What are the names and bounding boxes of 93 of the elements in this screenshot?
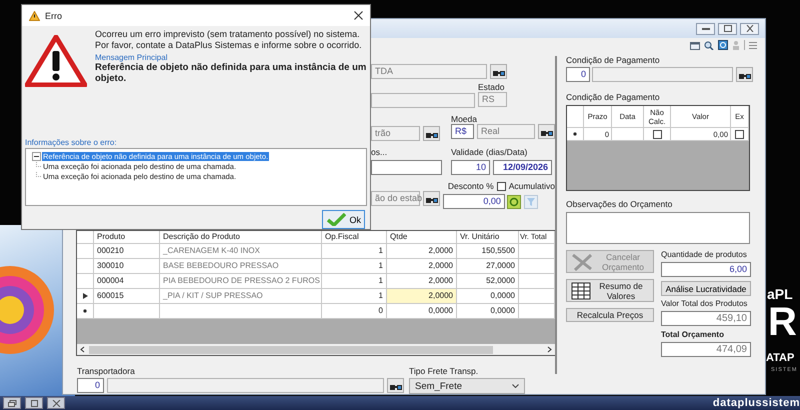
carrier-label: Transportadora bbox=[77, 366, 136, 376]
main-message: Referência de objeto não definida para uma instância de um objeto. bbox=[95, 62, 367, 84]
table-cell[interactable]: 0,0000 bbox=[387, 304, 457, 319]
menu-icon[interactable] bbox=[749, 40, 757, 50]
discount-label: Desconto % bbox=[448, 181, 494, 191]
lookup-button[interactable] bbox=[736, 67, 753, 82]
horizontal-scrollbar[interactable] bbox=[77, 344, 555, 355]
notes-label: Observações do Orçamento bbox=[566, 199, 674, 209]
restore-icon bbox=[8, 400, 16, 406]
table-cell[interactable]: 2,0000 bbox=[387, 289, 457, 304]
expander-icon[interactable] bbox=[32, 152, 41, 160]
products-total-label: Valor Total dos Produtos bbox=[661, 299, 748, 309]
quantity-field[interactable]: 6,00 bbox=[661, 262, 751, 277]
current-row-icon bbox=[82, 293, 88, 299]
warning-icon bbox=[29, 10, 40, 20]
text-field[interactable] bbox=[371, 160, 442, 175]
ex-checkbox[interactable] bbox=[735, 130, 744, 138]
currency-name-field[interactable]: Real bbox=[477, 124, 535, 139]
table-cell: 0,0000 bbox=[457, 304, 519, 319]
maximize-button[interactable] bbox=[718, 22, 737, 35]
table-cell bbox=[94, 304, 160, 319]
wallpaper-text: aPL bbox=[767, 286, 793, 302]
profit-analysis-button[interactable]: Análise Lucratividade bbox=[661, 281, 751, 296]
validity-date-field[interactable]: 12/09/2026 bbox=[493, 160, 552, 175]
main-message-label: Mensagem Principal bbox=[95, 53, 168, 62]
checkmark-icon bbox=[326, 213, 346, 226]
wallpaper-text: R bbox=[768, 300, 797, 345]
wallpaper-text: dataplussistem bbox=[712, 397, 800, 409]
currency-code-field[interactable]: R$ bbox=[451, 124, 474, 139]
new-row-icon bbox=[83, 309, 87, 313]
currency-label: Moeda bbox=[451, 114, 478, 124]
carrier-code-field[interactable]: 0 bbox=[77, 378, 104, 393]
notes-field[interactable] bbox=[566, 212, 750, 244]
lookup-button[interactable] bbox=[423, 126, 440, 141]
close-icon[interactable] bbox=[354, 11, 363, 20]
error-message: Por favor, contate a DataPlus Sistemas e informe sobre o ocorrido. bbox=[95, 40, 363, 51]
close-button[interactable] bbox=[740, 22, 759, 35]
close-icon bbox=[52, 400, 60, 406]
refresh-icon[interactable] bbox=[718, 40, 728, 50]
carrier-name-field[interactable] bbox=[107, 378, 384, 393]
maximize-icon bbox=[30, 400, 38, 406]
taskbar-button[interactable] bbox=[47, 397, 65, 409]
cross-icon bbox=[571, 252, 593, 270]
close-icon bbox=[746, 25, 754, 32]
minimize-button[interactable] bbox=[696, 22, 715, 35]
field-label: os... bbox=[371, 147, 388, 157]
state-label: Estado bbox=[478, 82, 506, 92]
total-label: Total Orçamento bbox=[661, 330, 725, 340]
payment-condition-label: Condição de Pagamento bbox=[566, 55, 661, 65]
text-field[interactable] bbox=[371, 93, 475, 108]
table-icon bbox=[571, 282, 591, 300]
lookup-button[interactable] bbox=[538, 124, 555, 139]
new-row-icon bbox=[573, 132, 577, 136]
search-icon[interactable] bbox=[704, 40, 714, 50]
taskbar-button[interactable] bbox=[25, 397, 43, 409]
freight-type-label: Tipo Frete Transp. bbox=[409, 366, 480, 376]
discount-field[interactable]: 0,00 bbox=[442, 194, 505, 209]
taskbar-button[interactable] bbox=[3, 397, 21, 409]
row-header[interactable] bbox=[567, 128, 584, 141]
freight-type-dropdown[interactable]: Sem_Frete bbox=[409, 378, 525, 394]
action-button[interactable]: Resumo de Valores bbox=[566, 279, 654, 302]
scrollbar-thumb[interactable] bbox=[89, 346, 493, 354]
validity-label: Validade (dias/Data) bbox=[451, 147, 528, 157]
payment-code-field[interactable]: 0 bbox=[566, 67, 590, 82]
total-field[interactable]: 474,09 bbox=[661, 342, 751, 357]
cumulative-label: Acumulativo bbox=[508, 181, 555, 191]
maximize-icon bbox=[724, 25, 732, 32]
state-field[interactable]: RS bbox=[478, 92, 507, 107]
lookup-button[interactable] bbox=[387, 378, 404, 393]
row-header[interactable] bbox=[77, 304, 94, 319]
validity-days-field[interactable]: 10 bbox=[451, 160, 490, 175]
ok-button[interactable]: Ok bbox=[322, 210, 365, 229]
lookup-button[interactable] bbox=[490, 64, 507, 79]
lookup-button[interactable] bbox=[423, 191, 440, 206]
price-table-field[interactable]: trão bbox=[371, 126, 420, 141]
wallpaper-text: ATAP bbox=[766, 352, 794, 364]
customer-name-field[interactable]: TDA bbox=[371, 64, 487, 79]
action-button[interactable]: Recalcula Preços bbox=[566, 308, 654, 322]
products-total-field[interactable]: 459,10 bbox=[661, 311, 751, 326]
refresh-icon[interactable] bbox=[506, 194, 521, 208]
establishment-field[interactable]: ão do estab bbox=[371, 191, 420, 206]
warning-icon bbox=[25, 35, 87, 87]
details-label: Informações sobre o erro: bbox=[25, 138, 118, 147]
dialog-title: Erro bbox=[45, 10, 62, 20]
window-icon[interactable] bbox=[690, 40, 700, 50]
table-cell: 0 bbox=[322, 304, 387, 319]
payment-name-field[interactable] bbox=[592, 67, 733, 82]
error-message: Ocorreu um erro imprevisto (sem tratamento possível) no sistema. bbox=[95, 29, 361, 40]
not-calculated-checkbox[interactable] bbox=[652, 130, 662, 138]
cumulative-checkbox[interactable] bbox=[496, 182, 506, 190]
installments-label: Condição de Pagamento bbox=[566, 92, 661, 102]
chevron-down-icon bbox=[512, 384, 519, 388]
quantity-label: Quantidade de produtos bbox=[661, 250, 748, 260]
